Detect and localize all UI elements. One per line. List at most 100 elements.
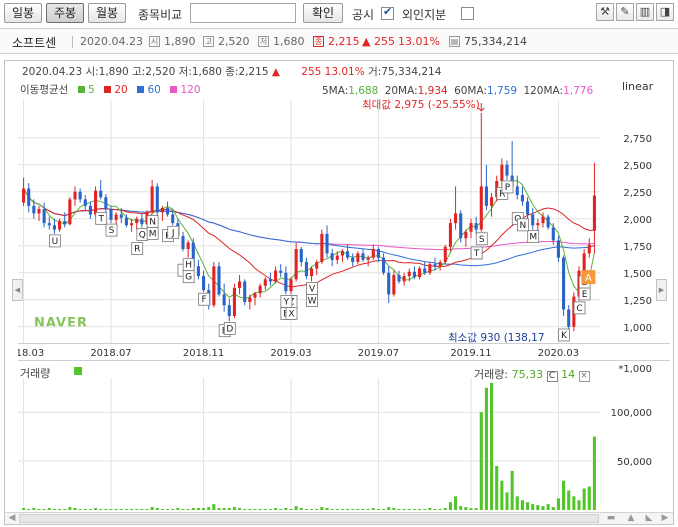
signal-marker: W xyxy=(306,294,318,307)
volume-bar xyxy=(42,509,46,510)
candle xyxy=(166,201,170,217)
wrench-icon[interactable]: ⚒ xyxy=(596,3,614,21)
signal-marker-letter: F xyxy=(201,295,206,305)
candle xyxy=(371,244,375,260)
signal-marker-letter: M xyxy=(149,229,157,239)
signal-marker: S xyxy=(475,232,488,246)
edit-icon[interactable]: ✎ xyxy=(616,3,634,21)
tab-daily[interactable]: 일봉 xyxy=(4,3,42,23)
candle-body xyxy=(63,220,67,225)
volume-bar xyxy=(315,509,319,510)
quote-date: 2020.04.23 xyxy=(80,35,143,48)
volume-bar xyxy=(248,509,252,510)
volume-bar xyxy=(94,508,98,510)
disclosure-label: 공시 xyxy=(352,8,375,22)
volume-bar xyxy=(346,509,350,510)
compare-input[interactable] xyxy=(190,3,296,23)
candle-body xyxy=(310,268,314,277)
signal-marker-letter: H xyxy=(185,261,192,271)
candle-body xyxy=(248,297,252,302)
candle-body xyxy=(469,223,473,232)
toolbar: 일봉 주봉 월봉 종목비교 확인 공시 외인지분 ⚒ ✎ ▥ ◨ xyxy=(0,0,678,28)
panel-toggle-icon[interactable]: ◨ xyxy=(656,3,674,21)
candle xyxy=(382,253,386,275)
zoom-out-icon[interactable]: ▬ xyxy=(605,513,617,524)
signal-marker: N xyxy=(517,218,529,232)
volume-chart[interactable] xyxy=(18,378,600,510)
scroll-left-icon[interactable]: ◀ xyxy=(7,513,17,524)
candle xyxy=(196,259,200,280)
volume-bar xyxy=(454,496,458,510)
tab-monthly[interactable]: 월봉 xyxy=(88,3,126,23)
candle-body xyxy=(78,191,82,200)
candle xyxy=(258,283,262,298)
price-tick-label: 2,500 xyxy=(623,161,652,172)
zoom-in-icon[interactable]: ▲ xyxy=(625,513,637,524)
candle xyxy=(186,240,190,258)
volume-bar xyxy=(356,509,360,510)
candle xyxy=(104,193,108,213)
candle-body xyxy=(284,272,288,292)
signal-marker: T xyxy=(95,211,108,225)
tab-weekly[interactable]: 주봉 xyxy=(46,3,84,23)
volume-bar xyxy=(253,509,257,510)
candle xyxy=(88,201,92,219)
volume-bar xyxy=(402,509,406,510)
volume-bar xyxy=(577,500,581,510)
ma120-label[interactable]: 120 xyxy=(181,84,201,96)
chart-scrollbar[interactable]: ◀ ▬ ▲ ◣ ▶ xyxy=(5,512,673,524)
ma60-label[interactable]: 60 xyxy=(147,84,160,96)
close-icon: 종 xyxy=(313,36,324,47)
confirm-button[interactable]: 확인 xyxy=(303,3,343,23)
signal-marker-letter: Y xyxy=(283,297,290,307)
volume-bar xyxy=(335,509,339,510)
candle-body xyxy=(52,225,56,230)
time-tick-label: 2018.11 xyxy=(183,348,224,359)
signal-marker-letter: Q xyxy=(139,230,146,240)
candle xyxy=(99,179,103,200)
split-view-icon[interactable]: ▥ xyxy=(636,3,654,21)
candle xyxy=(42,202,46,228)
zoom-reset-icon[interactable]: ◣ xyxy=(643,513,655,524)
price-chart[interactable]: UTSRQMNKJIHGFEDBZXYWVUSTROMNPKCEBA xyxy=(18,100,600,343)
foreign-ownership-checkbox[interactable] xyxy=(461,7,474,20)
signal-marker: F xyxy=(198,292,210,306)
candle-body xyxy=(423,268,427,273)
candle-body xyxy=(361,253,365,260)
volume-bar xyxy=(279,509,283,510)
volume-bar xyxy=(27,509,31,510)
scale-mode-toggle[interactable]: linear xyxy=(622,80,653,93)
volume-bar xyxy=(176,508,180,510)
max-value-arrow xyxy=(477,102,485,112)
candle xyxy=(63,212,67,228)
candle xyxy=(299,246,303,267)
volume-bar xyxy=(412,509,416,510)
volume-bar xyxy=(124,509,128,510)
volume-bar xyxy=(181,509,185,510)
scroll-right-icon[interactable]: ▶ xyxy=(659,513,671,524)
candle-body xyxy=(232,287,236,316)
candle xyxy=(505,160,509,180)
candle xyxy=(392,270,396,297)
ma20-label[interactable]: 20 xyxy=(114,84,127,96)
ma-values: 5MA:1,688 20MA:1,934 60MA:1,759 120MA:1,… xyxy=(322,85,593,97)
candle xyxy=(520,186,524,206)
signal-marker-letter: M xyxy=(529,233,537,243)
candle-body xyxy=(299,249,303,262)
volume-bar xyxy=(202,508,206,510)
candle xyxy=(52,218,56,234)
candle-body xyxy=(505,164,509,176)
volume-bar xyxy=(109,509,113,510)
volume-bar xyxy=(145,509,149,510)
disclosure-checkbox[interactable] xyxy=(381,5,394,20)
candle xyxy=(253,292,257,306)
candle-body xyxy=(448,223,452,247)
candle-body xyxy=(32,205,36,214)
volume-bar xyxy=(572,496,576,510)
ma5-label[interactable]: 5 xyxy=(88,84,95,96)
scroll-thumb[interactable] xyxy=(19,514,599,523)
volume-bar xyxy=(567,490,571,510)
candle xyxy=(227,298,231,322)
volume-bar xyxy=(361,509,365,510)
volume-bar xyxy=(459,506,463,510)
